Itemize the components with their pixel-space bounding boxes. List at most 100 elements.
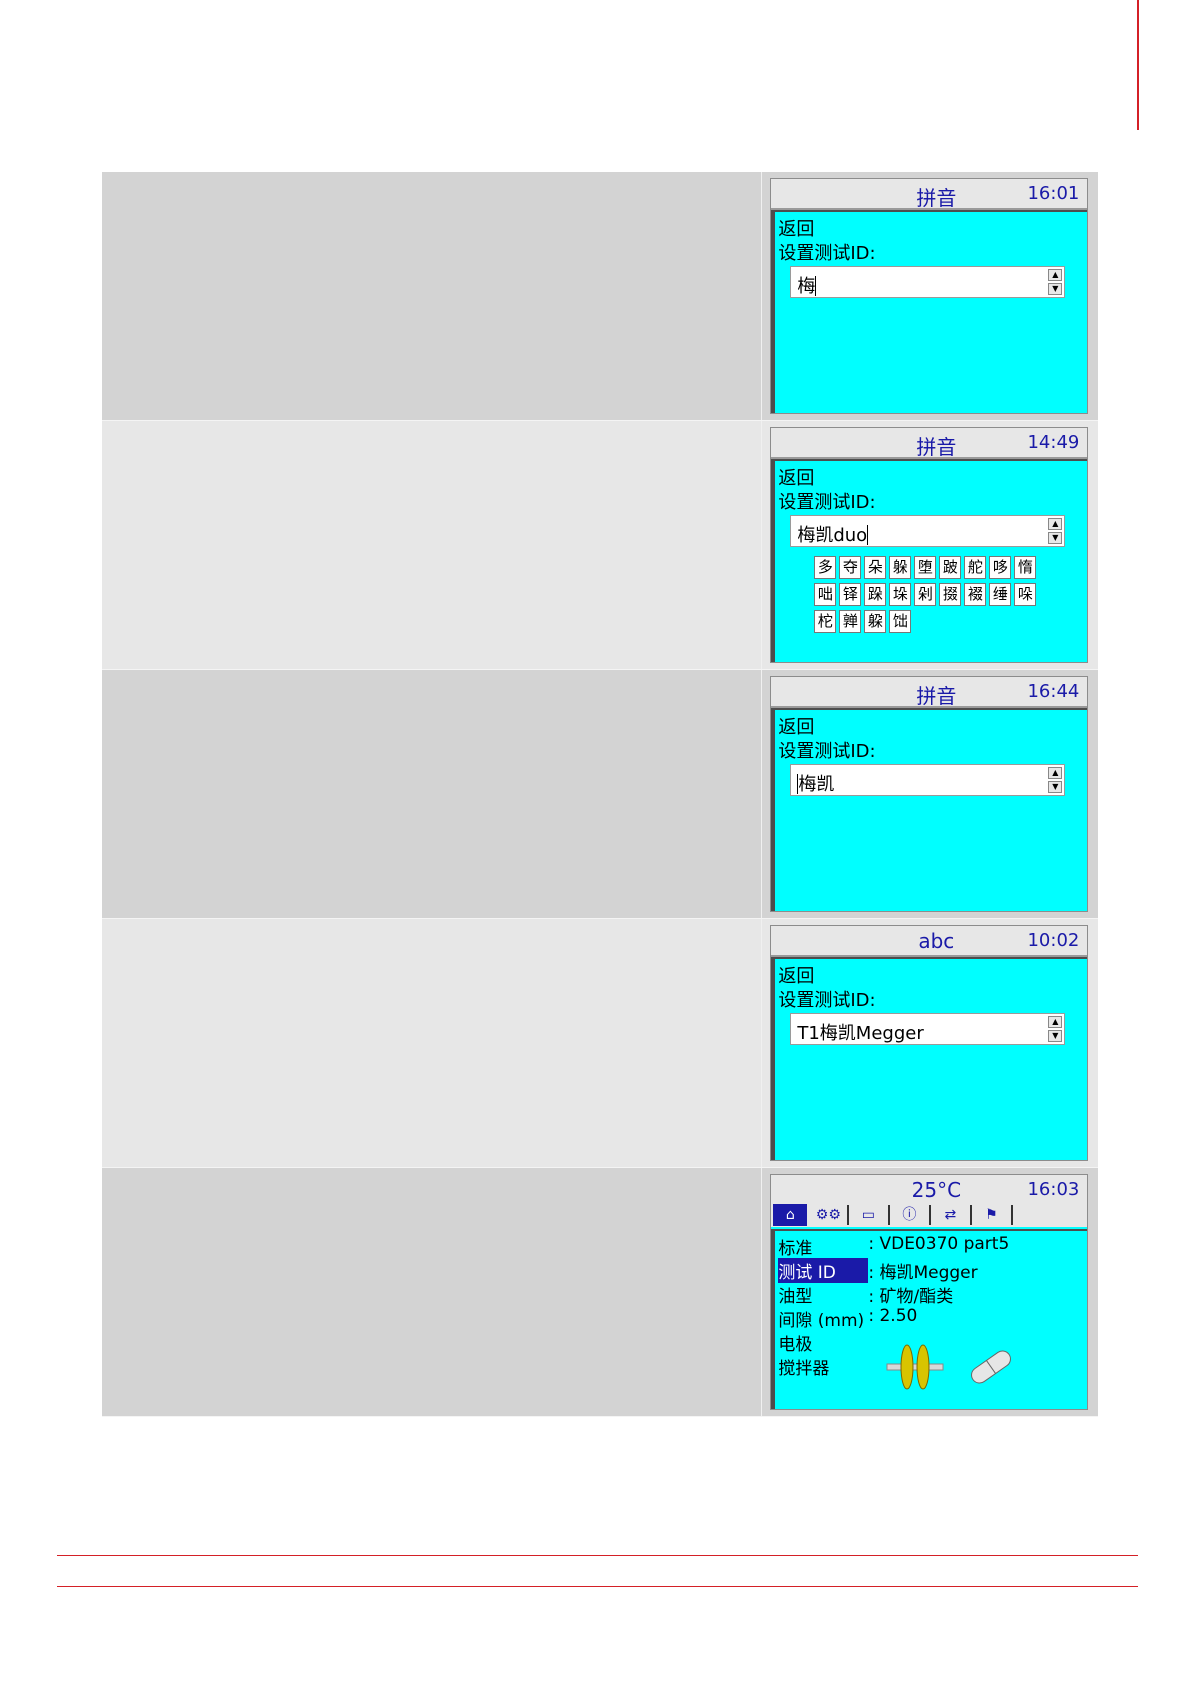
tab-divider: [888, 1205, 891, 1225]
candidate-char[interactable]: 垛: [889, 583, 912, 606]
candidate-char[interactable]: 哆: [989, 556, 1012, 579]
parameter-label: 间隙 (mm): [778, 1311, 865, 1331]
description-cell: [102, 1168, 761, 1416]
input-mode-label: 拼音: [916, 684, 957, 708]
tab-strip: ⌂ ⚙⚙ ▭ ⓘ ⇄ ⚑: [771, 1203, 1088, 1227]
clock-time: 14:49: [1027, 432, 1080, 453]
tab-divider: [1011, 1205, 1014, 1225]
footer-rule: [57, 1586, 1138, 1587]
parameter-value: : 梅凯Megger: [868, 1263, 978, 1283]
test-id-value: 梅凯: [797, 774, 835, 795]
parameter-row[interactable]: 标准: VDE0370 part5: [778, 1234, 1009, 1259]
candidate-char[interactable]: 剁: [914, 583, 937, 606]
temperature-readout: 25°C: [911, 1178, 962, 1202]
parameter-row[interactable]: 电极: [778, 1330, 868, 1355]
arrow-up-icon[interactable]: ▲: [1048, 1016, 1063, 1028]
test-id-input[interactable]: T1梅凯Megger ▲ ▼: [790, 1013, 1066, 1045]
candidate-char[interactable]: 咄: [814, 583, 837, 606]
parameter-label: 油型: [778, 1287, 813, 1307]
parameter-row[interactable]: 间隙 (mm): 2.50: [778, 1306, 917, 1331]
back-menu-item[interactable]: 返回: [778, 713, 814, 739]
candidate-char[interactable]: 饳: [889, 610, 912, 633]
folder-icon[interactable]: ▭: [851, 1204, 885, 1226]
scroll-spinner[interactable]: ▲ ▼: [1048, 269, 1063, 295]
parameter-row[interactable]: 搅拌器: [778, 1354, 868, 1379]
screen-cell: 拼音 16:01 返回 设置测试ID: 梅 ▲ ▼: [761, 172, 1098, 420]
screenshot-table: 拼音 16:01 返回 设置测试ID: 梅 ▲ ▼ 拼音 14:49 返回 设置…: [102, 172, 1098, 1417]
arrow-down-icon[interactable]: ▼: [1048, 532, 1063, 544]
candidate-char[interactable]: 惰: [1014, 556, 1037, 579]
input-mode-label: abc: [918, 929, 955, 953]
arrow-down-icon[interactable]: ▼: [1048, 1030, 1063, 1042]
input-mode-label: 拼音: [916, 435, 957, 459]
clock-time: 16:44: [1027, 681, 1080, 702]
candidate-char[interactable]: 铎: [839, 583, 862, 606]
test-id-input[interactable]: 梅 ▲ ▼: [790, 266, 1066, 298]
tab-divider: [970, 1205, 973, 1225]
candidate-char[interactable]: 躲: [889, 556, 912, 579]
description-cell: [102, 919, 761, 1167]
home-icon[interactable]: ⌂: [773, 1204, 808, 1226]
footer-rule: [57, 1555, 1138, 1556]
electrode-icon: [886, 1344, 944, 1390]
device-screen: 拼音 16:44 返回 设置测试ID: 梅凯 ▲ ▼: [770, 676, 1089, 912]
test-id-input[interactable]: 梅凯 ▲ ▼: [790, 764, 1066, 796]
arrow-up-icon[interactable]: ▲: [1048, 269, 1063, 281]
parameter-label: 搅拌器: [778, 1359, 830, 1379]
candidate-char[interactable]: 朵: [864, 556, 887, 579]
test-id-input[interactable]: 梅凯duo ▲ ▼: [790, 515, 1066, 547]
flag-icon[interactable]: ⚑: [974, 1204, 1008, 1226]
table-row: 25°C 16:03 ⌂ ⚙⚙ ▭ ⓘ ⇄ ⚑ 标准: VDE0370 part…: [102, 1168, 1098, 1417]
set-test-id-label: 设置测试ID:: [778, 492, 876, 513]
arrow-down-icon[interactable]: ▼: [1048, 781, 1063, 793]
screen-header: abc 10:02: [771, 926, 1088, 957]
arrow-down-icon[interactable]: ▼: [1048, 283, 1063, 295]
table-row: 拼音 16:44 返回 设置测试ID: 梅凯 ▲ ▼: [102, 670, 1098, 919]
table-row: 拼音 16:01 返回 设置测试ID: 梅 ▲ ▼: [102, 172, 1098, 421]
screen-cell: 拼音 16:44 返回 设置测试ID: 梅凯 ▲ ▼: [761, 670, 1098, 918]
candidate-char[interactable]: 跛: [939, 556, 962, 579]
settings-icon[interactable]: ⚙⚙: [811, 1204, 845, 1226]
arrow-up-icon[interactable]: ▲: [1048, 767, 1063, 779]
screen-header: 25°C 16:03: [771, 1175, 1088, 1203]
candidate-char[interactable]: 哚: [1014, 583, 1037, 606]
screen-body: 返回 设置测试ID: T1梅凯Megger ▲ ▼: [771, 957, 1088, 1160]
screen-header: 拼音 14:49: [771, 428, 1088, 459]
device-screen: 拼音 14:49 返回 设置测试ID: 梅凯duo ▲ ▼ 多夺朵躲堕跛舵哆惰咄铎…: [770, 427, 1089, 663]
scroll-spinner[interactable]: ▲ ▼: [1048, 1016, 1063, 1042]
screen-body: 返回 设置测试ID: 梅 ▲ ▼: [771, 210, 1088, 413]
candidate-char[interactable]: 躱: [864, 610, 887, 633]
candidate-char[interactable]: 舵: [964, 556, 987, 579]
candidate-char[interactable]: 亸: [839, 610, 862, 633]
test-id-value: 梅凯duo: [797, 525, 869, 546]
clock-time: 16:01: [1027, 183, 1080, 204]
back-menu-item[interactable]: 返回: [778, 215, 814, 241]
info-icon[interactable]: ⓘ: [892, 1204, 926, 1226]
set-test-id-label: 设置测试ID:: [778, 741, 876, 762]
clock-time: 10:02: [1027, 930, 1080, 951]
candidate-char[interactable]: 缍: [989, 583, 1012, 606]
scroll-spinner[interactable]: ▲ ▼: [1048, 518, 1063, 544]
parameter-row[interactable]: 测试 ID: 梅凯Megger: [778, 1258, 978, 1283]
set-test-id-label: 设置测试ID:: [778, 990, 876, 1011]
description-cell: [102, 172, 761, 420]
parameter-label: 测试 ID: [778, 1258, 869, 1283]
scroll-spinner[interactable]: ▲ ▼: [1048, 767, 1063, 793]
candidate-char[interactable]: 跺: [864, 583, 887, 606]
arrow-up-icon[interactable]: ▲: [1048, 518, 1063, 530]
transfer-icon[interactable]: ⇄: [933, 1204, 967, 1226]
device-screen: abc 10:02 返回 设置测试ID: T1梅凯Megger ▲ ▼: [770, 925, 1089, 1161]
candidate-char[interactable]: 多: [814, 556, 837, 579]
candidate-char[interactable]: 掇: [939, 583, 962, 606]
candidate-char[interactable]: 夺: [839, 556, 862, 579]
margin-marker-line: [1137, 0, 1139, 130]
candidate-char[interactable]: 柁: [814, 610, 837, 633]
parameter-label: 电极: [778, 1335, 813, 1355]
screen-header: 拼音 16:01: [771, 179, 1088, 210]
back-menu-item[interactable]: 返回: [778, 464, 814, 490]
candidate-char[interactable]: 裰: [964, 583, 987, 606]
parameter-row[interactable]: 油型: 矿物/酯类: [778, 1282, 953, 1307]
candidate-char[interactable]: 堕: [914, 556, 937, 579]
parameter-label: 标准: [778, 1239, 813, 1259]
back-menu-item[interactable]: 返回: [778, 962, 814, 988]
